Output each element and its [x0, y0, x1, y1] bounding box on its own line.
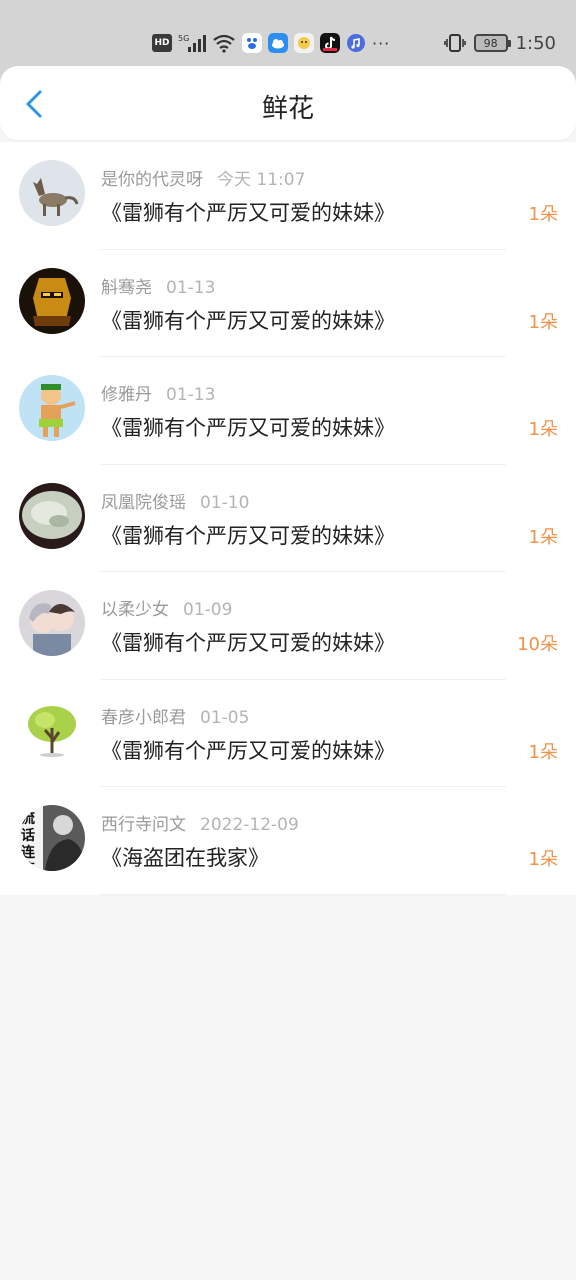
- wifi-icon: [212, 32, 236, 54]
- hd-icon: HD: [152, 32, 172, 54]
- svg-text:篇: 篇: [20, 861, 35, 871]
- date: 01-13: [166, 277, 216, 298]
- svg-text:流: 流: [21, 810, 35, 827]
- username: 斛骞尧: [101, 277, 152, 298]
- username: 是你的代灵呀: [101, 170, 203, 190]
- book-title: 《雷狮有个严厉又可爱的妹妹》: [101, 308, 395, 333]
- vibrate-icon: [443, 32, 466, 54]
- username: 春彦小郎君: [101, 707, 186, 728]
- signal-5g-icon: 5G: [178, 32, 206, 54]
- anime-couple-avatar-icon: [19, 590, 85, 656]
- chat-app-icon: [294, 32, 314, 54]
- book-title: 《雷狮有个严厉又可爱的妹妹》: [101, 631, 395, 655]
- date: 今天 11:07: [217, 170, 306, 190]
- username: 西行寺问文: [101, 815, 186, 835]
- avatar[interactable]: [19, 482, 85, 549]
- date: 2022-12-09: [200, 815, 299, 835]
- list-item[interactable]: 是你的代灵呀 今天 11:07 《雷狮有个严厉又可爱的妹妹》 1朵: [0, 142, 576, 250]
- list-item[interactable]: 修雅丹 01-13 《雷狮有个严厉又可爱的妹妹》 1朵: [0, 357, 576, 465]
- more-notifications-icon: ···: [372, 33, 391, 53]
- item-meta: 修雅丹 01-13: [101, 380, 215, 405]
- book-title: 《雷狮有个严厉又可爱的妹妹》: [101, 523, 395, 548]
- avatar[interactable]: [19, 375, 85, 441]
- item-meta: 以柔少女 01-09: [101, 595, 232, 620]
- cloud-app-icon: [268, 32, 288, 54]
- username: 修雅丹: [101, 385, 152, 405]
- book-title: 《海盗团在我家》: [101, 846, 269, 870]
- header: 鲜花: [0, 66, 576, 140]
- book-title: 《雷狮有个严厉又可爱的妹妹》: [101, 738, 395, 763]
- status-right-icons: 98 1:50: [443, 30, 556, 56]
- flower-count: 1朵: [528, 419, 558, 440]
- list-item[interactable]: 以柔少女 01-09 《雷狮有个严厉又可爱的妹妹》 10朵: [0, 572, 576, 680]
- flower-count: 10朵: [517, 634, 558, 655]
- date: 01-10: [200, 492, 250, 513]
- list-item[interactable]: 凤凰院俊瑶 01-10 《雷狮有个严厉又可爱的妹妹》 1朵: [0, 465, 576, 573]
- item-meta: 西行寺问文 2022-12-09: [101, 810, 299, 835]
- battery-icon: 98: [473, 34, 511, 52]
- wolf-avatar-icon: [19, 160, 85, 226]
- flower-count: 1朵: [528, 311, 558, 333]
- flower-count: 1朵: [528, 526, 558, 548]
- status-left-icons: HD 5G ···: [152, 30, 390, 56]
- svg-text:话: 话: [21, 827, 35, 844]
- cartoon-boy-avatar-icon: [19, 375, 85, 441]
- jade-avatar-icon: [19, 482, 85, 549]
- robot-avatar-icon: [19, 267, 85, 334]
- page-title: 鲜花: [261, 94, 314, 124]
- date: 01-05: [200, 707, 250, 728]
- list-item[interactable]: 斛骞尧 01-13 《雷狮有个严厉又可爱的妹妹》 1朵: [0, 250, 576, 358]
- flower-count: 1朵: [528, 741, 558, 763]
- music-app-icon: [346, 32, 366, 54]
- flower-list: 是你的代灵呀 今天 11:07 《雷狮有个严厉又可爱的妹妹》 1朵 斛骞尧 01-1…: [0, 142, 576, 895]
- item-meta: 凤凰院俊瑶 01-10: [101, 488, 249, 513]
- text-photo-avatar-icon: 流 话 连 篇: [19, 805, 85, 871]
- list-item[interactable]: 流 话 连 篇 西行寺问文 2022-12-09 《海盗团在我家》 1朵: [0, 787, 576, 895]
- avatar[interactable]: [19, 267, 85, 334]
- tiktok-app-icon: [320, 32, 340, 54]
- avatar[interactable]: [19, 590, 85, 656]
- item-meta: 是你的代灵呀 今天 11:07: [101, 165, 305, 190]
- date: 01-09: [183, 600, 233, 620]
- flower-count: 1朵: [528, 204, 558, 225]
- avatar[interactable]: 流 话 连 篇: [19, 805, 85, 871]
- clock: 1:50: [515, 32, 556, 54]
- flower-count: 1朵: [528, 849, 558, 870]
- date: 01-13: [166, 385, 216, 405]
- avatar[interactable]: [19, 160, 85, 226]
- svg-text:5G: 5G: [178, 34, 189, 43]
- username: 以柔少女: [101, 600, 169, 620]
- book-title: 《雷狮有个严厉又可爱的妹妹》: [101, 201, 395, 225]
- item-meta: 斛骞尧 01-13: [101, 273, 215, 298]
- book-title: 《雷狮有个严厉又可爱的妹妹》: [101, 416, 395, 440]
- svg-text:连: 连: [21, 844, 36, 861]
- item-meta: 春彦小郎君 01-05: [101, 703, 249, 728]
- username: 凤凰院俊瑶: [101, 492, 186, 513]
- avatar[interactable]: [19, 697, 85, 764]
- baidu-app-icon: [242, 32, 262, 54]
- tree-avatar-icon: [19, 697, 85, 764]
- list-item[interactable]: 春彦小郎君 01-05 《雷狮有个严厉又可爱的妹妹》 1朵: [0, 680, 576, 788]
